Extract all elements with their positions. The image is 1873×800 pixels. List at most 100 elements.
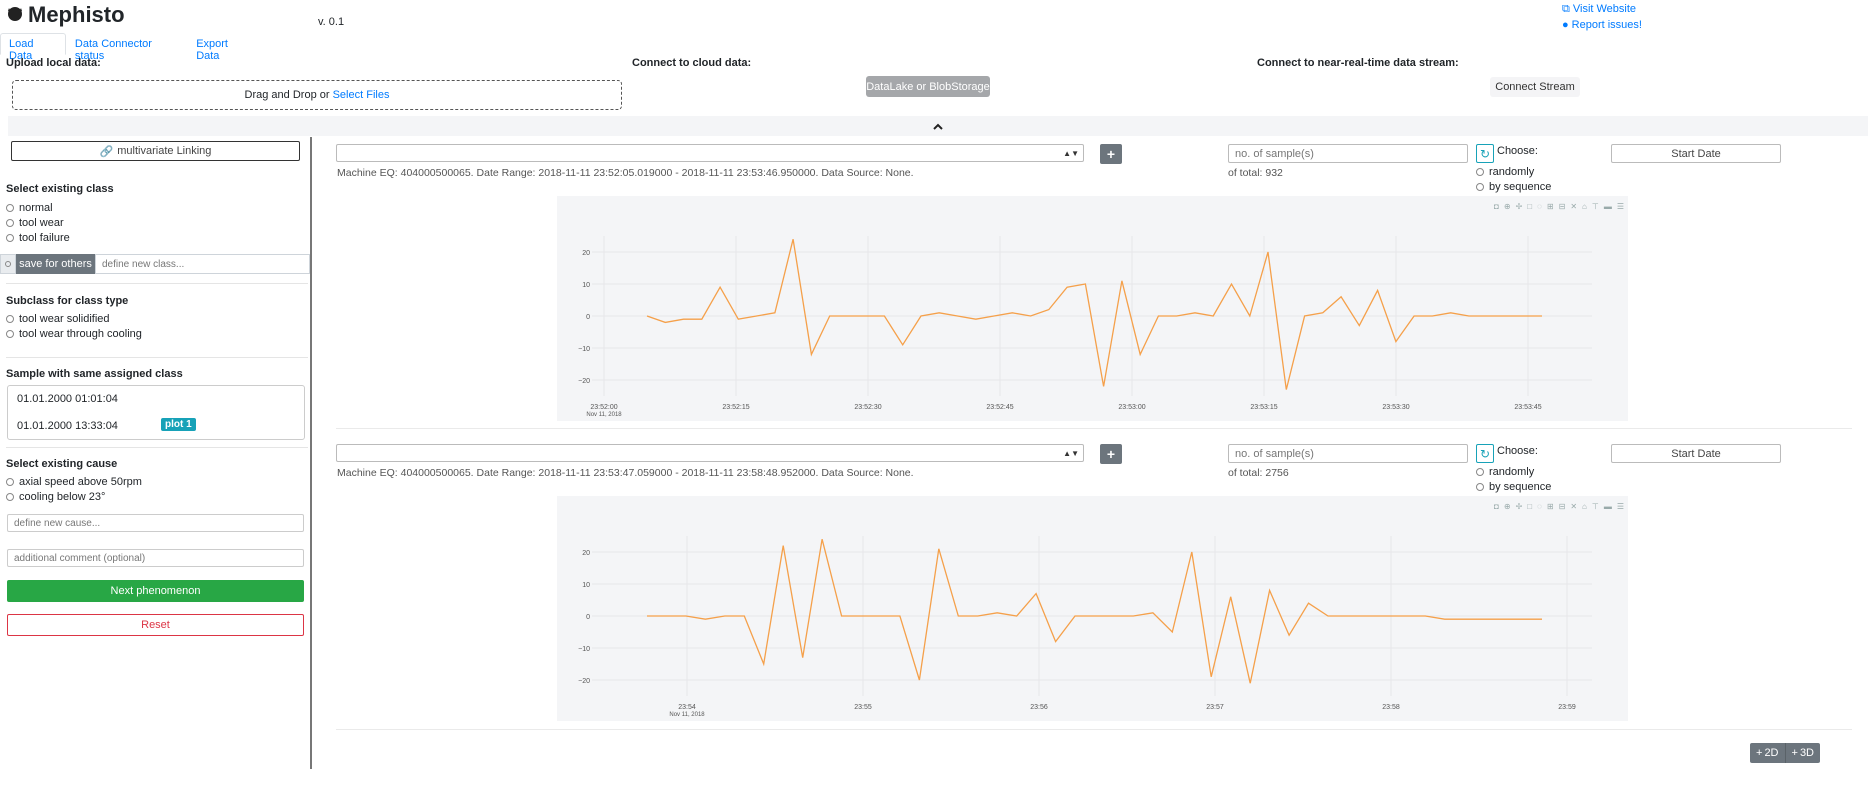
multivariate-linking-label: multivariate Linking bbox=[117, 145, 212, 157]
tab-load-data[interactable]: Load Data bbox=[0, 33, 66, 62]
save-for-others-button[interactable]: save for others bbox=[16, 254, 95, 274]
x-tick-label: 23:55 bbox=[854, 704, 872, 711]
add-3d-button[interactable]: +3D bbox=[1784, 743, 1820, 763]
chevron-up-icon bbox=[933, 119, 943, 133]
x-tick-label: 23:52:30 bbox=[854, 404, 881, 411]
class-label: tool failure bbox=[19, 231, 70, 244]
cause-option-cooling[interactable]: cooling below 23° bbox=[6, 489, 142, 504]
add-2d-button[interactable]: +2D bbox=[1750, 743, 1785, 763]
add-series-button[interactable]: + bbox=[1100, 444, 1122, 464]
panel-2: ▲▼ bbox=[336, 444, 1084, 462]
subclass-option-solidified[interactable]: tool wear solidified bbox=[6, 311, 142, 326]
series-select[interactable]: ▲▼ bbox=[336, 144, 1084, 162]
visit-website-link[interactable]: ⧉ Visit Website bbox=[1562, 1, 1642, 17]
report-issues-label: Report issues! bbox=[1571, 19, 1642, 31]
class-label: tool wear bbox=[19, 216, 64, 229]
refresh-button[interactable]: ↻ bbox=[1476, 444, 1494, 463]
option-label: by sequence bbox=[1489, 180, 1552, 193]
radio-icon bbox=[1476, 482, 1484, 491]
cause-option-axial-speed[interactable]: axial speed above 50rpm bbox=[6, 474, 142, 489]
samples-input[interactable]: no. of sample(s) bbox=[1228, 144, 1468, 163]
existing-class-heading: Select existing class bbox=[6, 183, 114, 195]
subclass-option-cooling[interactable]: tool wear through cooling bbox=[6, 326, 142, 341]
x-tick-label: 23:53:30 bbox=[1382, 404, 1409, 411]
new-cause-input[interactable]: define new cause... bbox=[7, 514, 304, 532]
sample-heading: Sample with same assigned class bbox=[6, 368, 183, 380]
x-tick-label: 23:54 bbox=[678, 704, 696, 711]
refresh-button[interactable]: ↻ bbox=[1476, 144, 1494, 163]
divider bbox=[6, 357, 308, 358]
reset-button[interactable]: Reset bbox=[7, 614, 304, 636]
x-tick-label: 23:52:45 bbox=[986, 404, 1013, 411]
collapse-toggle[interactable] bbox=[8, 116, 1868, 136]
sample-item[interactable]: 01.01.2000 13:33:04 bbox=[17, 420, 118, 432]
total-count: of total: 2756 bbox=[1228, 467, 1289, 479]
plot-1[interactable]: ◘ ⊕ ✢ □ ◌ ⊞ ⊟ ✕ ⌂ ⊤ ▬ ☰ 20 10 0 −10 −20 23:52:00 23:52:15… bbox=[557, 196, 1628, 421]
class-option-tool-failure[interactable]: tool failure bbox=[6, 230, 70, 245]
plot-2[interactable]: ◘ ⊕ ✢ □ ◌ ⊞ ⊟ ✕ ⌂ ⊤ ▬ ☰ 20 10 0 −10 −20 23:54 23:55 23:56 2… bbox=[557, 496, 1628, 721]
version-label: v. 0.1 bbox=[318, 16, 345, 28]
choose-radio-group: randomly by sequence bbox=[1476, 464, 1551, 494]
external-link-icon: ⧉ bbox=[1562, 3, 1570, 15]
new-class-input[interactable]: define new class... bbox=[95, 254, 310, 274]
plus-icon: + bbox=[1106, 446, 1116, 462]
x-tick-label: 23:53:45 bbox=[1514, 404, 1541, 411]
radio-icon bbox=[1476, 467, 1484, 476]
visit-website-label: Visit Website bbox=[1572, 3, 1637, 15]
datalake-button[interactable]: DataLake or BlobStorage bbox=[866, 76, 990, 97]
start-date-button[interactable]: Start Date bbox=[1611, 144, 1781, 163]
series-line bbox=[647, 539, 1542, 684]
option-by-sequence[interactable]: by sequence bbox=[1476, 179, 1551, 194]
add-series-button[interactable]: + bbox=[1100, 144, 1122, 164]
y-tick-label: −20 bbox=[578, 678, 590, 685]
class-option-tool-wear[interactable]: tool wear bbox=[6, 215, 70, 230]
panel-meta: Machine EQ: 404000500065. Date Range: 20… bbox=[337, 167, 914, 179]
x-tick-label: 23:59 bbox=[1558, 704, 1576, 711]
cause-label: cooling below 23° bbox=[19, 490, 106, 503]
stream-label: Connect to near-real-time data stream: bbox=[1257, 57, 1459, 69]
radio-icon bbox=[5, 261, 11, 267]
header-links: ⧉ Visit Website ● Report issues! bbox=[1562, 1, 1642, 33]
plus-icon: + bbox=[1791, 747, 1798, 759]
comment-input[interactable]: additional comment (optional) bbox=[7, 549, 304, 567]
total-count: of total: 932 bbox=[1228, 167, 1283, 179]
radio-icon bbox=[6, 203, 14, 212]
save-radio[interactable] bbox=[0, 254, 16, 274]
plus-icon: + bbox=[1756, 747, 1763, 759]
class-option-normal[interactable]: normal bbox=[6, 200, 70, 215]
start-date-button[interactable]: Start Date bbox=[1611, 444, 1781, 463]
series-select[interactable]: ▲▼ bbox=[336, 444, 1084, 462]
subclass-radio-group: tool wear solidified tool wear through c… bbox=[6, 311, 142, 341]
multivariate-linking-button[interactable]: 🔗 multivariate Linking bbox=[11, 141, 300, 161]
option-by-sequence[interactable]: by sequence bbox=[1476, 479, 1551, 494]
option-randomly[interactable]: randomly bbox=[1476, 464, 1551, 479]
upload-dropzone[interactable]: Drag and Drop or Select Files bbox=[12, 80, 622, 110]
y-tick-label: −20 bbox=[578, 378, 590, 385]
choose-radio-group: randomly by sequence bbox=[1476, 164, 1551, 194]
select-files-link[interactable]: Select Files bbox=[333, 89, 390, 101]
next-phenomenon-button[interactable]: Next phenomenon bbox=[7, 580, 304, 602]
radio-icon bbox=[6, 233, 14, 242]
panel-meta: Machine EQ: 404000500065. Date Range: 20… bbox=[337, 467, 914, 479]
option-randomly[interactable]: randomly bbox=[1476, 164, 1551, 179]
panel-divider bbox=[336, 729, 1852, 730]
tab-data-connector-status[interactable]: Data Connector status bbox=[66, 33, 187, 62]
radio-icon bbox=[6, 329, 14, 338]
subclass-label: tool wear solidified bbox=[19, 312, 110, 325]
tab-export-data[interactable]: Export Data bbox=[187, 33, 260, 62]
panel-divider bbox=[336, 428, 1852, 429]
sample-item[interactable]: 01.01.2000 01:01:04 bbox=[17, 393, 118, 405]
report-issues-link[interactable]: ● Report issues! bbox=[1562, 17, 1642, 33]
radio-icon bbox=[6, 218, 14, 227]
y-tick-label: 10 bbox=[582, 282, 590, 289]
cause-radio-group: axial speed above 50rpm cooling below 23… bbox=[6, 474, 142, 504]
option-label: randomly bbox=[1489, 165, 1535, 178]
github-icon: ● bbox=[1562, 19, 1569, 31]
samples-input[interactable]: no. of sample(s) bbox=[1228, 444, 1468, 463]
subclass-heading: Subclass for class type bbox=[6, 295, 129, 307]
radio-icon bbox=[6, 492, 14, 501]
choose-label: Choose: bbox=[1497, 445, 1538, 457]
y-tick-label: 0 bbox=[586, 314, 590, 321]
connect-stream-button[interactable]: Connect Stream bbox=[1490, 77, 1580, 97]
new-class-row: save for others define new class... bbox=[0, 254, 310, 274]
